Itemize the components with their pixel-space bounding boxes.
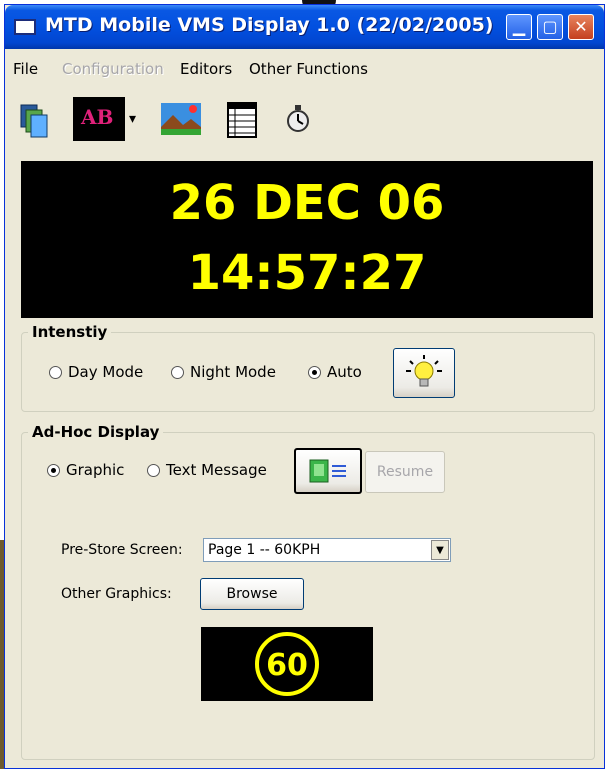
radio-night-mode-label: Night Mode xyxy=(190,363,276,381)
menu-file[interactable]: File xyxy=(13,60,38,78)
table-icon[interactable] xyxy=(225,97,259,141)
font-color-icon[interactable]: AB xyxy=(73,97,125,141)
prestore-screen-value: Page 1 -- 60KPH xyxy=(208,542,321,558)
radio-night-mode[interactable]: Night Mode xyxy=(171,363,276,381)
radio-night-mode-circle xyxy=(171,366,184,379)
intensity-legend: Intenstiy xyxy=(32,323,108,341)
menu-editors[interactable]: Editors xyxy=(180,60,232,78)
prestore-screen-label: Pre-Store Screen: xyxy=(61,542,183,558)
stopwatch-icon[interactable] xyxy=(283,97,313,141)
copy-pages-icon[interactable] xyxy=(17,97,51,141)
send-to-sign-button[interactable] xyxy=(294,448,362,494)
vms-display-panel: 26 DEC 06 14:57:27 xyxy=(21,161,593,318)
radio-day-mode-circle xyxy=(49,366,62,379)
display-time-text: 14:57:27 xyxy=(187,245,427,301)
picture-icon[interactable] xyxy=(159,97,203,141)
prestore-screen-select[interactable]: Page 1 -- 60KPH ▼ xyxy=(203,538,451,562)
radio-auto-label: Auto xyxy=(327,363,362,381)
title-bar[interactable]: MTD Mobile VMS Display 1.0 (22/02/2005) … xyxy=(5,5,604,49)
graphic-preview: 60 xyxy=(201,627,373,701)
radio-day-mode-label: Day Mode xyxy=(68,363,144,381)
menu-other-functions[interactable]: Other Functions xyxy=(249,60,368,78)
speed-limit-sign-icon: 60 xyxy=(255,632,319,696)
minimize-button[interactable]: ▁ xyxy=(506,14,532,40)
toolbar: AB ▾ xyxy=(5,93,604,145)
light-bulb-icon xyxy=(406,355,442,387)
radio-graphic-label: Graphic xyxy=(66,461,125,479)
app-window-icon xyxy=(14,19,36,35)
preview-speed-text: 60 xyxy=(266,648,308,683)
radio-text-message[interactable]: Text Message xyxy=(147,461,267,479)
radio-graphic[interactable]: Graphic xyxy=(47,461,124,479)
app-window: MTD Mobile VMS Display 1.0 (22/02/2005) … xyxy=(4,4,605,769)
send-to-sign-icon xyxy=(309,459,346,483)
maximize-button[interactable]: ▢ xyxy=(537,14,563,40)
light-bulb-button[interactable] xyxy=(393,348,455,398)
radio-text-message-circle xyxy=(147,464,160,477)
font-sample-text: AB xyxy=(81,105,114,129)
radio-text-message-label: Text Message xyxy=(166,461,267,479)
close-button[interactable]: ✕ xyxy=(568,14,594,40)
radio-auto-circle xyxy=(308,366,321,379)
other-graphics-label: Other Graphics: xyxy=(61,586,172,602)
browse-button[interactable]: Browse xyxy=(200,578,304,610)
radio-day-mode[interactable]: Day Mode xyxy=(49,363,143,381)
window-title: MTD Mobile VMS Display 1.0 (22/02/2005) xyxy=(45,14,494,36)
chevron-down-icon[interactable]: ▼ xyxy=(431,540,449,560)
radio-graphic-circle xyxy=(47,464,60,477)
resume-button: Resume xyxy=(365,451,445,493)
display-date-text: 26 DEC 06 xyxy=(169,175,445,231)
adhoc-display-legend: Ad-Hoc Display xyxy=(32,423,160,441)
dropdown-arrow-icon[interactable]: ▾ xyxy=(129,97,141,141)
menu-configuration: Configuration xyxy=(62,60,164,78)
radio-auto[interactable]: Auto xyxy=(308,363,362,381)
